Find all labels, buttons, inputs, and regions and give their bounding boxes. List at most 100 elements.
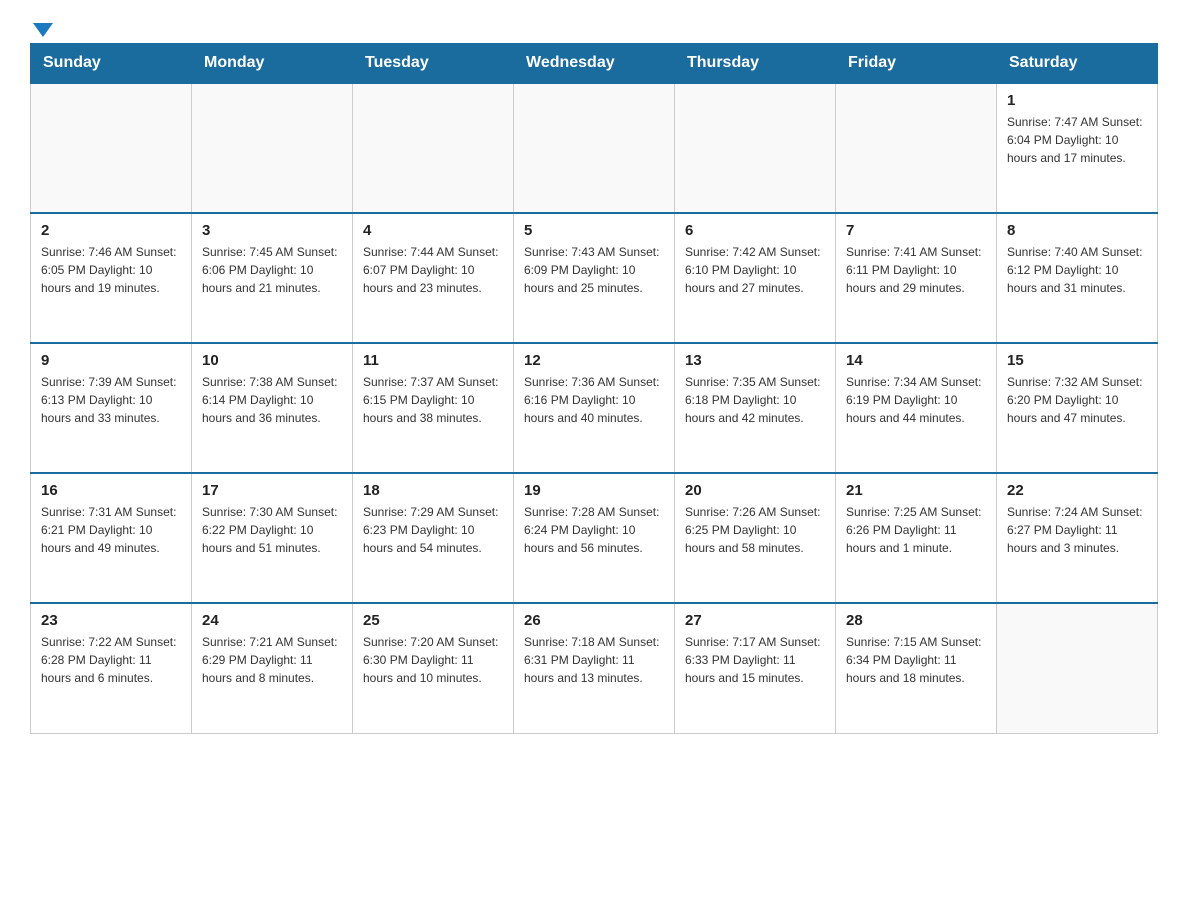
calendar-cell: 20 Sunrise: 7:26 AM Sunset: 6:25 PM Dayli… [675,473,836,603]
day-info: Sunrise: 7:20 AM Sunset: 6:30 PM Dayligh… [363,633,503,687]
calendar-cell: 18 Sunrise: 7:29 AM Sunset: 6:23 PM Dayli… [353,473,514,603]
day-info: Sunrise: 7:42 AM Sunset: 6:10 PM Dayligh… [685,243,825,297]
calendar-cell: 11 Sunrise: 7:37 AM Sunset: 6:15 PM Dayli… [353,343,514,473]
calendar-cell [514,83,675,213]
calendar-cell: 12 Sunrise: 7:36 AM Sunset: 6:16 PM Dayli… [514,343,675,473]
day-info: Sunrise: 7:26 AM Sunset: 6:25 PM Dayligh… [685,503,825,557]
day-number: 11 [363,352,503,369]
day-info: Sunrise: 7:35 AM Sunset: 6:18 PM Dayligh… [685,373,825,427]
calendar-cell: 23 Sunrise: 7:22 AM Sunset: 6:28 PM Dayli… [31,603,192,733]
calendar-cell: 22 Sunrise: 7:24 AM Sunset: 6:27 PM Dayli… [997,473,1158,603]
day-info: Sunrise: 7:21 AM Sunset: 6:29 PM Dayligh… [202,633,342,687]
calendar-cell [836,83,997,213]
calendar-cell: 1 Sunrise: 7:47 AM Sunset: 6:04 PM Daylig… [997,83,1158,213]
calendar-cell: 10 Sunrise: 7:38 AM Sunset: 6:14 PM Dayli… [192,343,353,473]
day-info: Sunrise: 7:43 AM Sunset: 6:09 PM Dayligh… [524,243,664,297]
day-info: Sunrise: 7:15 AM Sunset: 6:34 PM Dayligh… [846,633,986,687]
logo-arrow-icon [33,23,53,37]
day-info: Sunrise: 7:44 AM Sunset: 6:07 PM Dayligh… [363,243,503,297]
day-number: 3 [202,222,342,239]
calendar-table: SundayMondayTuesdayWednesdayThursdayFrid… [30,43,1158,734]
calendar-cell: 3 Sunrise: 7:45 AM Sunset: 6:06 PM Daylig… [192,213,353,343]
day-number: 6 [685,222,825,239]
day-number: 5 [524,222,664,239]
day-info: Sunrise: 7:47 AM Sunset: 6:04 PM Dayligh… [1007,113,1147,167]
day-info: Sunrise: 7:36 AM Sunset: 6:16 PM Dayligh… [524,373,664,427]
day-info: Sunrise: 7:41 AM Sunset: 6:11 PM Dayligh… [846,243,986,297]
calendar-cell: 26 Sunrise: 7:18 AM Sunset: 6:31 PM Dayli… [514,603,675,733]
day-of-week-wednesday: Wednesday [514,44,675,84]
day-number: 18 [363,482,503,499]
day-number: 24 [202,612,342,629]
day-number: 2 [41,222,181,239]
day-number: 8 [1007,222,1147,239]
day-number: 17 [202,482,342,499]
calendar-cell [31,83,192,213]
day-info: Sunrise: 7:30 AM Sunset: 6:22 PM Dayligh… [202,503,342,557]
calendar-cell: 16 Sunrise: 7:31 AM Sunset: 6:21 PM Dayli… [31,473,192,603]
calendar-week-2: 2 Sunrise: 7:46 AM Sunset: 6:05 PM Daylig… [31,213,1158,343]
calendar-header-row: SundayMondayTuesdayWednesdayThursdayFrid… [31,44,1158,84]
day-number: 13 [685,352,825,369]
calendar-cell: 15 Sunrise: 7:32 AM Sunset: 6:20 PM Dayli… [997,343,1158,473]
logo [30,20,53,33]
day-number: 22 [1007,482,1147,499]
page-header [30,20,1158,33]
calendar-cell: 17 Sunrise: 7:30 AM Sunset: 6:22 PM Dayli… [192,473,353,603]
day-info: Sunrise: 7:17 AM Sunset: 6:33 PM Dayligh… [685,633,825,687]
calendar-cell: 14 Sunrise: 7:34 AM Sunset: 6:19 PM Dayli… [836,343,997,473]
day-number: 27 [685,612,825,629]
calendar-cell [192,83,353,213]
day-info: Sunrise: 7:45 AM Sunset: 6:06 PM Dayligh… [202,243,342,297]
day-number: 23 [41,612,181,629]
calendar-cell: 7 Sunrise: 7:41 AM Sunset: 6:11 PM Daylig… [836,213,997,343]
calendar-cell: 27 Sunrise: 7:17 AM Sunset: 6:33 PM Dayli… [675,603,836,733]
calendar-week-1: 1 Sunrise: 7:47 AM Sunset: 6:04 PM Daylig… [31,83,1158,213]
calendar-week-5: 23 Sunrise: 7:22 AM Sunset: 6:28 PM Dayli… [31,603,1158,733]
day-info: Sunrise: 7:37 AM Sunset: 6:15 PM Dayligh… [363,373,503,427]
day-info: Sunrise: 7:31 AM Sunset: 6:21 PM Dayligh… [41,503,181,557]
day-of-week-sunday: Sunday [31,44,192,84]
day-info: Sunrise: 7:18 AM Sunset: 6:31 PM Dayligh… [524,633,664,687]
day-number: 4 [363,222,503,239]
day-number: 12 [524,352,664,369]
day-number: 19 [524,482,664,499]
day-of-week-saturday: Saturday [997,44,1158,84]
calendar-cell: 8 Sunrise: 7:40 AM Sunset: 6:12 PM Daylig… [997,213,1158,343]
day-number: 20 [685,482,825,499]
day-of-week-thursday: Thursday [675,44,836,84]
day-info: Sunrise: 7:39 AM Sunset: 6:13 PM Dayligh… [41,373,181,427]
day-info: Sunrise: 7:28 AM Sunset: 6:24 PM Dayligh… [524,503,664,557]
day-info: Sunrise: 7:29 AM Sunset: 6:23 PM Dayligh… [363,503,503,557]
day-info: Sunrise: 7:32 AM Sunset: 6:20 PM Dayligh… [1007,373,1147,427]
day-number: 1 [1007,92,1147,109]
day-number: 15 [1007,352,1147,369]
day-info: Sunrise: 7:34 AM Sunset: 6:19 PM Dayligh… [846,373,986,427]
day-info: Sunrise: 7:24 AM Sunset: 6:27 PM Dayligh… [1007,503,1147,557]
day-info: Sunrise: 7:22 AM Sunset: 6:28 PM Dayligh… [41,633,181,687]
calendar-cell: 19 Sunrise: 7:28 AM Sunset: 6:24 PM Dayli… [514,473,675,603]
calendar-cell: 28Sunrise: 7:15 AM Sunset: 6:34 PM Dayli… [836,603,997,733]
calendar-cell: 9 Sunrise: 7:39 AM Sunset: 6:13 PM Daylig… [31,343,192,473]
calendar-week-4: 16 Sunrise: 7:31 AM Sunset: 6:21 PM Dayli… [31,473,1158,603]
day-of-week-tuesday: Tuesday [353,44,514,84]
calendar-cell [675,83,836,213]
day-number: 9 [41,352,181,369]
day-number: 16 [41,482,181,499]
calendar-week-3: 9 Sunrise: 7:39 AM Sunset: 6:13 PM Daylig… [31,343,1158,473]
day-number: 14 [846,352,986,369]
day-number: 26 [524,612,664,629]
calendar-cell: 25 Sunrise: 7:20 AM Sunset: 6:30 PM Dayli… [353,603,514,733]
day-number: 7 [846,222,986,239]
day-number: 10 [202,352,342,369]
day-info: Sunrise: 7:46 AM Sunset: 6:05 PM Dayligh… [41,243,181,297]
day-info: Sunrise: 7:25 AM Sunset: 6:26 PM Dayligh… [846,503,986,557]
calendar-cell: 5 Sunrise: 7:43 AM Sunset: 6:09 PM Daylig… [514,213,675,343]
day-info: Sunrise: 7:38 AM Sunset: 6:14 PM Dayligh… [202,373,342,427]
day-number: 21 [846,482,986,499]
day-number: 25 [363,612,503,629]
logo-general-text [30,20,53,37]
calendar-cell: 2 Sunrise: 7:46 AM Sunset: 6:05 PM Daylig… [31,213,192,343]
day-info: Sunrise: 7:40 AM Sunset: 6:12 PM Dayligh… [1007,243,1147,297]
calendar-cell: 13 Sunrise: 7:35 AM Sunset: 6:18 PM Dayli… [675,343,836,473]
